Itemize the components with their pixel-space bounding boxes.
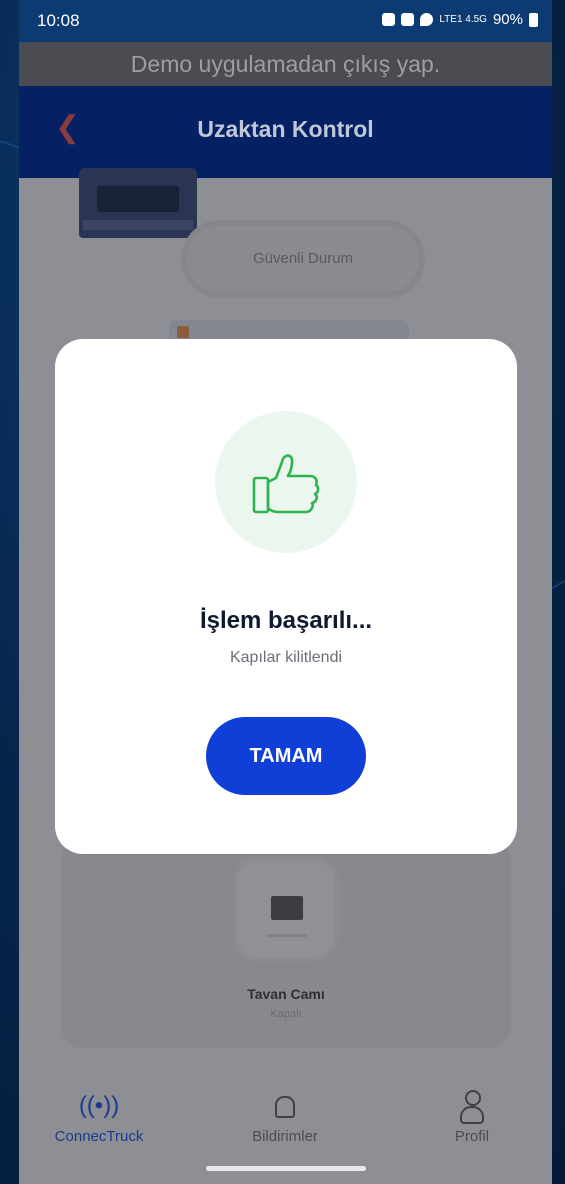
signal-icon: ((•)) [78,1092,120,1119]
notification-icon [382,13,396,26]
truck-image [79,168,197,238]
calendar-icon [177,326,189,338]
success-icon-circle [215,411,357,553]
status-pill[interactable]: Güvenli Durum [187,226,419,292]
nav-label: Bildirimler [252,1128,318,1145]
card-status: Kapalı [270,1008,302,1020]
sunroof-tile[interactable] [237,860,335,958]
sunroof-card[interactable]: Tavan Camı Kapalı [61,838,511,1048]
alarm-icon [401,13,415,26]
page-title: Uzaktan Kontrol [197,116,374,142]
person-icon [392,1086,552,1126]
demo-exit-banner[interactable]: Demo uygulamadan çıkış yap. [19,42,552,86]
battery-icon [529,12,538,27]
status-icons: LTE1 4.5G 90% [382,11,538,28]
thumbs-up-icon [252,454,320,514]
success-dialog: İşlem başarılı... Kapılar kilitlendi TAM… [55,339,517,854]
truck-bumper [83,220,193,230]
nav-label: Profil [454,1128,490,1145]
location-icon [420,13,434,26]
app-header: ❮ Uzaktan Kontrol [19,86,552,178]
dialog-subtitle: Kapılar kilitlendi [229,649,343,666]
nav-label: ConnecTruck [54,1128,144,1145]
divider [267,934,307,937]
battery-label: 90% [492,11,523,28]
nav-item-connectruck[interactable]: ((•)) ConnecTruck [19,1086,179,1145]
bell-icon [205,1086,365,1126]
dialog-title: İşlem başarılı... [199,607,373,634]
truck-grille [97,186,179,212]
home-indicator[interactable] [206,1166,366,1171]
ok-button[interactable]: TAMAM [206,717,366,795]
nav-item-profil[interactable]: Profil [392,1086,552,1145]
network-label: LTE1 4.5G [439,14,487,25]
status-bar: 10:08 LTE1 4.5G 90% [19,0,552,42]
card-label: Tavan Camı [247,986,325,1002]
phone-screen: 10:08 LTE1 4.5G 90% Demo uygulamadan çık… [19,0,552,1184]
nav-item-bildirimler[interactable]: Bildirimler [205,1086,365,1145]
status-time: 10:08 [37,11,80,30]
sunroof-icon [271,896,303,920]
